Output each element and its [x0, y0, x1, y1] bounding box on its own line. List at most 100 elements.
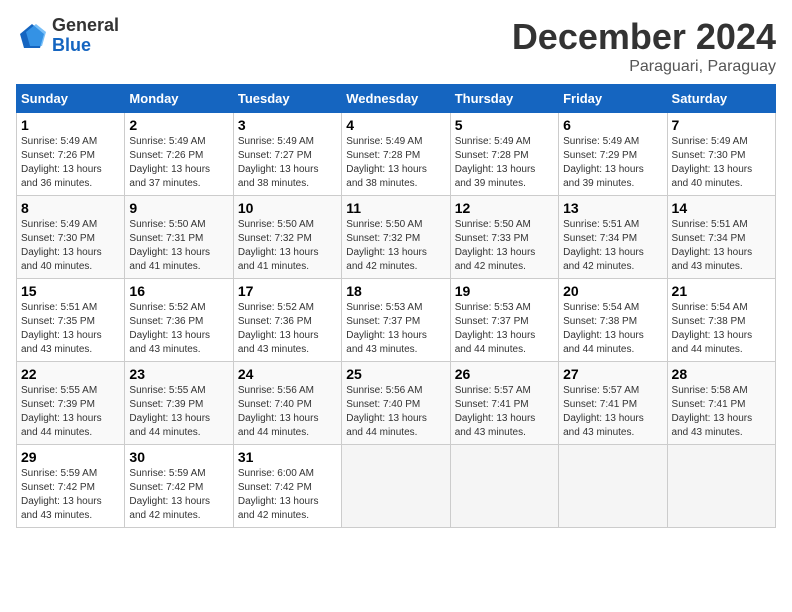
calendar-table: SundayMondayTuesdayWednesdayThursdayFrid…: [16, 84, 776, 528]
day-number: 2: [129, 117, 228, 133]
day-number: 24: [238, 366, 337, 382]
day-info: Sunrise: 5:49 AM Sunset: 7:26 PM Dayligh…: [129, 136, 210, 189]
day-info: Sunrise: 5:56 AM Sunset: 7:40 PM Dayligh…: [238, 385, 319, 438]
day-header-wednesday: Wednesday: [342, 85, 450, 113]
table-row: 19 Sunrise: 5:53 AM Sunset: 7:37 PM Dayli…: [450, 279, 558, 362]
table-row: 31Sunrise: 6:00 AM Sunset: 7:42 PM Dayli…: [233, 445, 341, 528]
day-number: 15: [21, 283, 120, 299]
day-number: 30: [129, 449, 228, 465]
day-info: Sunrise: 5:50 AM Sunset: 7:32 PM Dayligh…: [346, 219, 427, 272]
table-row: 30Sunrise: 5:59 AM Sunset: 7:42 PM Dayli…: [125, 445, 233, 528]
logo: General Blue: [16, 16, 119, 56]
day-info: Sunrise: 5:50 AM Sunset: 7:32 PM Dayligh…: [238, 219, 319, 272]
day-info: Sunrise: 5:50 AM Sunset: 7:31 PM Dayligh…: [129, 219, 210, 272]
calendar-week-5: 29 Sunrise: 5:59 AM Sunset: 7:42 PM Dayli…: [17, 445, 776, 528]
day-info: Sunrise: 5:49 AM Sunset: 7:29 PM Dayligh…: [563, 136, 644, 189]
day-info: Sunrise: 5:49 AM Sunset: 7:30 PM Dayligh…: [21, 219, 102, 272]
day-info: Sunrise: 5:50 AM Sunset: 7:33 PM Dayligh…: [455, 219, 536, 272]
day-info: Sunrise: 5:51 AM Sunset: 7:35 PM Dayligh…: [21, 302, 102, 355]
day-number: 21: [672, 283, 771, 299]
day-number: 18: [346, 283, 445, 299]
day-number: 4: [346, 117, 445, 133]
day-header-sunday: Sunday: [17, 85, 125, 113]
table-row: 28Sunrise: 5:58 AM Sunset: 7:41 PM Dayli…: [667, 362, 775, 445]
table-row: [559, 445, 667, 528]
title-area: December 2024 Paraguari, Paraguay: [512, 16, 776, 76]
day-header-tuesday: Tuesday: [233, 85, 341, 113]
day-number: 12: [455, 200, 554, 216]
table-row: 16 Sunrise: 5:52 AM Sunset: 7:36 PM Dayli…: [125, 279, 233, 362]
table-row: 20Sunrise: 5:54 AM Sunset: 7:38 PM Dayli…: [559, 279, 667, 362]
day-number: 20: [563, 283, 662, 299]
day-info: Sunrise: 5:49 AM Sunset: 7:26 PM Dayligh…: [21, 136, 102, 189]
day-number: 27: [563, 366, 662, 382]
table-row: 29 Sunrise: 5:59 AM Sunset: 7:42 PM Dayli…: [17, 445, 125, 528]
table-row: 22 Sunrise: 5:55 AM Sunset: 7:39 PM Dayli…: [17, 362, 125, 445]
table-row: 1Sunrise: 5:49 AM Sunset: 7:26 PM Daylig…: [17, 113, 125, 196]
logo-blue-text: Blue: [52, 36, 119, 56]
day-number: 23: [129, 366, 228, 382]
day-number: 13: [563, 200, 662, 216]
day-info: Sunrise: 5:49 AM Sunset: 7:27 PM Dayligh…: [238, 136, 319, 189]
day-header-monday: Monday: [125, 85, 233, 113]
table-row: 24 Sunrise: 5:56 AM Sunset: 7:40 PM Dayli…: [233, 362, 341, 445]
day-info: Sunrise: 5:53 AM Sunset: 7:37 PM Dayligh…: [455, 302, 536, 355]
logo-text: General Blue: [52, 16, 119, 56]
day-info: Sunrise: 5:56 AM Sunset: 7:40 PM Dayligh…: [346, 385, 427, 438]
day-info: Sunrise: 5:57 AM Sunset: 7:41 PM Dayligh…: [563, 385, 644, 438]
day-number: 16: [129, 283, 228, 299]
day-number: 25: [346, 366, 445, 382]
table-row: [342, 445, 450, 528]
table-row: 27 Sunrise: 5:57 AM Sunset: 7:41 PM Dayli…: [559, 362, 667, 445]
day-number: 26: [455, 366, 554, 382]
day-number: 8: [21, 200, 120, 216]
day-number: 7: [672, 117, 771, 133]
day-info: Sunrise: 5:49 AM Sunset: 7:30 PM Dayligh…: [672, 136, 753, 189]
day-number: 22: [21, 366, 120, 382]
table-row: 10Sunrise: 5:50 AM Sunset: 7:32 PM Dayli…: [233, 196, 341, 279]
day-info: Sunrise: 5:49 AM Sunset: 7:28 PM Dayligh…: [455, 136, 536, 189]
day-info: Sunrise: 5:55 AM Sunset: 7:39 PM Dayligh…: [21, 385, 102, 438]
day-number: 29: [21, 449, 120, 465]
table-row: 9 Sunrise: 5:50 AM Sunset: 7:31 PM Daylig…: [125, 196, 233, 279]
day-info: Sunrise: 5:52 AM Sunset: 7:36 PM Dayligh…: [238, 302, 319, 355]
day-number: 6: [563, 117, 662, 133]
day-number: 19: [455, 283, 554, 299]
day-info: Sunrise: 5:57 AM Sunset: 7:41 PM Dayligh…: [455, 385, 536, 438]
day-number: 11: [346, 200, 445, 216]
day-number: 14: [672, 200, 771, 216]
day-info: Sunrise: 5:55 AM Sunset: 7:39 PM Dayligh…: [129, 385, 210, 438]
day-number: 9: [129, 200, 228, 216]
day-info: Sunrise: 5:53 AM Sunset: 7:37 PM Dayligh…: [346, 302, 427, 355]
day-info: Sunrise: 5:51 AM Sunset: 7:34 PM Dayligh…: [563, 219, 644, 272]
table-row: 21 Sunrise: 5:54 AM Sunset: 7:38 PM Dayli…: [667, 279, 775, 362]
table-row: 6 Sunrise: 5:49 AM Sunset: 7:29 PM Daylig…: [559, 113, 667, 196]
table-row: 4Sunrise: 5:49 AM Sunset: 7:28 PM Daylig…: [342, 113, 450, 196]
header: General Blue December 2024 Paraguari, Pa…: [16, 16, 776, 76]
calendar-week-4: 22 Sunrise: 5:55 AM Sunset: 7:39 PM Dayli…: [17, 362, 776, 445]
table-row: 18 Sunrise: 5:53 AM Sunset: 7:37 PM Dayli…: [342, 279, 450, 362]
table-row: 5Sunrise: 5:49 AM Sunset: 7:28 PM Daylig…: [450, 113, 558, 196]
table-row: 26 Sunrise: 5:57 AM Sunset: 7:41 PM Dayli…: [450, 362, 558, 445]
table-row: 2 Sunrise: 5:49 AM Sunset: 7:26 PM Daylig…: [125, 113, 233, 196]
calendar-week-1: 1Sunrise: 5:49 AM Sunset: 7:26 PM Daylig…: [17, 113, 776, 196]
day-info: Sunrise: 5:59 AM Sunset: 7:42 PM Dayligh…: [21, 468, 102, 521]
table-row: 13 Sunrise: 5:51 AM Sunset: 7:34 PM Dayli…: [559, 196, 667, 279]
day-number: 31: [238, 449, 337, 465]
calendar-week-2: 8 Sunrise: 5:49 AM Sunset: 7:30 PM Daylig…: [17, 196, 776, 279]
table-row: 14Sunrise: 5:51 AM Sunset: 7:34 PM Dayli…: [667, 196, 775, 279]
table-row: 3Sunrise: 5:49 AM Sunset: 7:27 PM Daylig…: [233, 113, 341, 196]
day-header-row: SundayMondayTuesdayWednesdayThursdayFrid…: [17, 85, 776, 113]
location-subtitle: Paraguari, Paraguay: [512, 58, 776, 76]
table-row: 12 Sunrise: 5:50 AM Sunset: 7:33 PM Dayli…: [450, 196, 558, 279]
table-row: [450, 445, 558, 528]
table-row: 25 Sunrise: 5:56 AM Sunset: 7:40 PM Dayli…: [342, 362, 450, 445]
logo-icon: [16, 20, 48, 52]
day-header-thursday: Thursday: [450, 85, 558, 113]
table-row: 8 Sunrise: 5:49 AM Sunset: 7:30 PM Daylig…: [17, 196, 125, 279]
table-row: 11 Sunrise: 5:50 AM Sunset: 7:32 PM Dayli…: [342, 196, 450, 279]
day-info: Sunrise: 5:52 AM Sunset: 7:36 PM Dayligh…: [129, 302, 210, 355]
table-row: [667, 445, 775, 528]
day-info: Sunrise: 5:54 AM Sunset: 7:38 PM Dayligh…: [672, 302, 753, 355]
day-info: Sunrise: 5:58 AM Sunset: 7:41 PM Dayligh…: [672, 385, 753, 438]
